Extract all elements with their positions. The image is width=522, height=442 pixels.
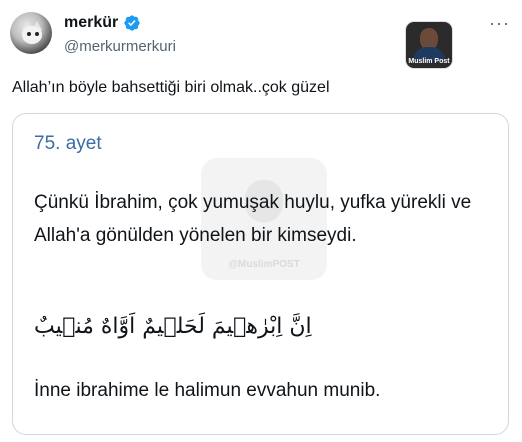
more-options-icon[interactable]: ···: [489, 14, 510, 32]
user-avatar[interactable]: [10, 12, 52, 54]
cat-face: [22, 26, 42, 44]
verse-transliteration: İnne ibrahime le halimun evvahun munib.: [34, 380, 381, 401]
tweet-text: Allah’ın böyle bahsettiği biri olmak..ço…: [12, 79, 330, 96]
verified-badge-icon: [124, 15, 140, 31]
user-handle[interactable]: @merkurmerkuri: [64, 38, 176, 55]
cat-eye-left: [27, 32, 31, 36]
verse-arabic: اِنَّ اِبْرٰهٖيمَ لَحَلٖيمٌ اَوَّاهٌ مُن…: [34, 314, 312, 339]
watermark-text: @MuslimPOST: [228, 259, 300, 270]
channel-label: Muslim Post: [408, 58, 450, 65]
user-display-name[interactable]: merkür: [64, 14, 118, 32]
cat-eye-right: [35, 32, 39, 36]
verse-meaning: Çünkü İbrahim, çok yumuşak huylu, yufka …: [34, 192, 472, 246]
quote-image-card[interactable]: @MuslimPOST 75. ayet Çünkü İbrahim, çok …: [12, 113, 509, 435]
channel-thumbnail[interactable]: Muslim Post: [406, 22, 452, 68]
ayet-number: 75. ayet: [34, 133, 102, 154]
user-name-row: merkür: [64, 14, 141, 32]
